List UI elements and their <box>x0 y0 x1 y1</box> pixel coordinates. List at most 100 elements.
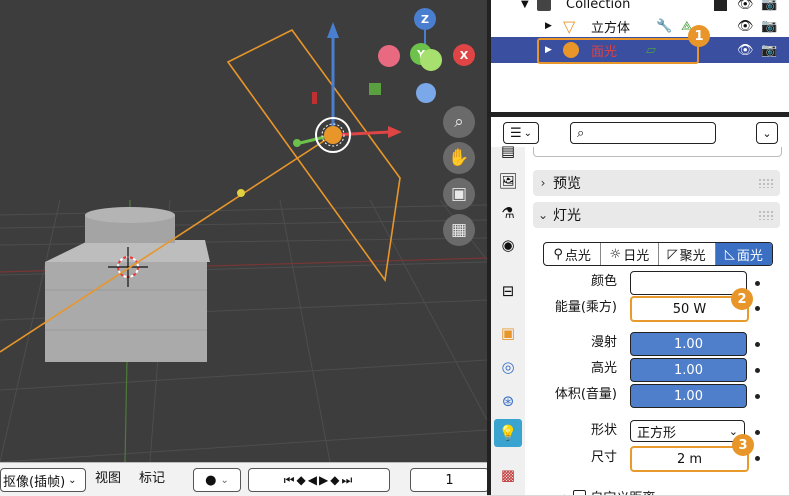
tab-texture-icon[interactable]: ▩ <box>494 461 522 489</box>
tab-render-icon[interactable]: 🖼 <box>494 167 522 195</box>
callout-badge-1: 1 <box>688 25 710 47</box>
camera-render-icon[interactable]: 📷 <box>761 19 777 34</box>
specular-slider[interactable]: 1.00 <box>630 358 747 382</box>
chevron-down-icon: ⌄ <box>523 127 533 139</box>
grid-icon[interactable]: ▦ <box>443 214 475 246</box>
gizmo-neg-x-icon[interactable] <box>378 45 400 67</box>
checkbox-icon[interactable] <box>714 0 727 11</box>
expand-arrow-icon[interactable]: ▼ <box>521 0 529 10</box>
prev-key-icon[interactable]: ◆ <box>297 473 308 487</box>
diffuse-value: 1.00 <box>674 336 703 352</box>
light-type-selector: ⚲ 点光 ☼ 日光 ◸ 聚光 ◺ 面光 <box>543 242 773 266</box>
panel-preview[interactable]: › 预览 <box>533 170 780 196</box>
collection-icon <box>537 0 551 11</box>
tab-physics-icon[interactable]: ◎ <box>494 353 522 381</box>
energy-label: 能量(乘方) <box>554 300 617 315</box>
point-light-icon: ⚲ <box>553 246 563 262</box>
hand-icon[interactable]: ✋ <box>443 142 475 174</box>
light-type-label: 日光 <box>623 248 650 264</box>
tab-constraints-icon[interactable]: ⊛ <box>494 387 522 415</box>
color-swatch[interactable] <box>630 271 747 295</box>
drag-handle-icon[interactable] <box>758 178 774 188</box>
playback-controls[interactable]: ⏮ ◆ ◀ ▶ ◆ ⏭ <box>248 468 390 492</box>
light-type-area[interactable]: ◺ 面光 <box>715 243 772 265</box>
timeline-bar: 抠像(插帧) ⌄ 视图 标记 ● ⌄ ⏮ ◆ ◀ ▶ ◆ ⏭ 1 <box>0 462 489 496</box>
tab-output-icon[interactable]: ⚗ <box>494 199 522 227</box>
panel-light-title: 灯光 <box>553 208 581 224</box>
checkbox-icon[interactable] <box>573 490 587 495</box>
panel-light[interactable]: ⌄ 灯光 <box>533 202 780 228</box>
light-object-icon <box>563 42 579 58</box>
outliner-row-cube[interactable]: ▶ ▽ 立方体 🔧 ⟁ 👁 📷 <box>491 13 789 39</box>
diffuse-slider[interactable]: 1.00 <box>630 332 747 356</box>
volume-slider[interactable]: 1.00 <box>630 384 747 408</box>
keying-dropdown[interactable]: 抠像(插帧) ⌄ <box>0 468 86 492</box>
chevron-right-icon: › <box>540 176 546 190</box>
custom-distance-row[interactable]: › 自定义距离 <box>563 487 655 495</box>
highlight-frame <box>537 38 699 64</box>
play-reverse-icon[interactable]: ◀ <box>308 473 319 487</box>
light-type-point[interactable]: ⚲ 点光 <box>544 243 602 265</box>
light-type-spot[interactable]: ◸ 聚光 <box>659 243 716 265</box>
gizmo-z-icon[interactable]: Z <box>414 8 436 30</box>
keyframe-dot-icon[interactable] <box>755 368 760 373</box>
jump-start-icon[interactable]: ⏮ <box>284 473 297 488</box>
camera-render-icon[interactable]: 📷 <box>761 0 777 12</box>
light-type-sun[interactable]: ☼ 日光 <box>601 243 659 265</box>
eye-icon[interactable]: 👁 <box>737 0 754 12</box>
keyframe-dot-icon[interactable] <box>755 430 760 435</box>
camera-render-icon[interactable]: 📷 <box>761 43 777 58</box>
outliner-row-area-light[interactable]: ▶ 面光 ▱ 👁 📷 <box>491 37 789 64</box>
view-menu[interactable]: 视图 <box>95 468 121 490</box>
record-button[interactable]: ● ⌄ <box>193 468 241 492</box>
expand-arrow-icon[interactable]: ▶ <box>545 21 552 31</box>
gizmo-x-icon[interactable]: X <box>453 44 475 66</box>
drag-handle-icon[interactable] <box>758 210 774 220</box>
chevron-down-icon: ⌄ <box>762 126 772 140</box>
chevron-right-icon: › <box>563 490 567 495</box>
expand-arrow-icon[interactable]: ▶ <box>545 45 552 55</box>
area-light-icon: ◺ <box>724 246 735 262</box>
size-field[interactable]: 2 m <box>630 446 749 472</box>
options-dropdown[interactable]: ⌄ <box>756 122 778 144</box>
search-input[interactable]: ⌕ <box>570 122 716 144</box>
gizmo-neg-y-icon[interactable] <box>420 49 442 71</box>
tab-light-data-icon[interactable]: 💡 <box>494 419 522 447</box>
keyframe-dot-icon[interactable] <box>755 456 760 461</box>
light-type-label: 点光 <box>564 248 591 264</box>
wrench-icon[interactable]: 🔧 <box>656 19 672 34</box>
keyframe-dot-icon[interactable] <box>755 394 760 399</box>
gizmo-neg-z-icon[interactable] <box>416 83 436 103</box>
next-key-icon[interactable]: ◆ <box>330 473 341 487</box>
keyframe-dot-icon[interactable] <box>755 342 760 347</box>
custom-distance-label: 自定义距离 <box>590 487 655 495</box>
eye-icon[interactable]: 👁 <box>737 43 754 58</box>
jump-end-icon[interactable]: ⏭ <box>341 473 354 488</box>
marker-menu[interactable]: 标记 <box>139 468 165 490</box>
size-label: 尺寸 <box>590 450 617 465</box>
tab-object-icon[interactable]: ▣ <box>494 319 522 347</box>
gizmo-x-label: X <box>459 48 469 62</box>
current-frame-field[interactable]: 1 <box>410 468 489 492</box>
shape-dropdown[interactable]: 正方形 ⌄ <box>630 420 745 442</box>
camera-icon[interactable]: ▣ <box>443 178 475 210</box>
play-icon[interactable]: ▶ <box>319 473 330 487</box>
tab-collection-icon[interactable]: ⊟ <box>494 277 522 305</box>
keyframe-dot-icon[interactable] <box>755 281 760 286</box>
light-data-icon[interactable]: ▱ <box>646 43 656 58</box>
eye-icon[interactable]: 👁 <box>737 19 754 34</box>
panel-preview-title: 预览 <box>553 176 581 192</box>
volume-value: 1.00 <box>674 388 703 404</box>
chevron-down-icon: ⌄ <box>68 474 77 486</box>
3d-viewport[interactable]: Z X Y ⌕ ✋ ▣ ▦ <box>0 0 487 462</box>
keyframe-dot-icon[interactable] <box>755 306 760 311</box>
cut-off-field <box>533 147 782 157</box>
search-icon: ⌕ <box>577 125 585 141</box>
energy-value: 50 W <box>672 301 707 317</box>
properties-tabs: ▤ 🖼 ⚗ ◉ ⊟ ▣ ◎ ⊛ 💡 ▩ <box>491 142 526 495</box>
tab-tool-icon[interactable]: ▤ <box>494 137 522 165</box>
zoom-icon[interactable]: ⌕ <box>443 106 475 138</box>
tab-world-icon[interactable]: ◉ <box>494 231 522 259</box>
keying-label: 抠像(插帧) <box>3 474 66 490</box>
diffuse-label: 漫射 <box>590 335 617 350</box>
